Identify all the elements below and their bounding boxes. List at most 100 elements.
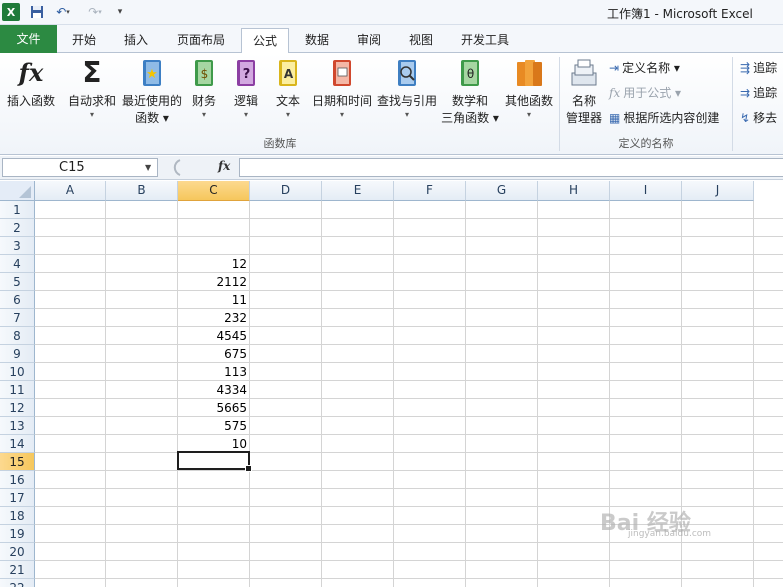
baidu-watermark-url: jingyan.baidu.com [628,529,712,539]
tab-insert[interactable]: 插入 [114,28,158,53]
row-header-6[interactable]: 6 [0,291,35,309]
row-header-9[interactable]: 9 [0,345,35,363]
row-header-20[interactable]: 20 [0,543,35,561]
cell-c10[interactable]: 113 [178,363,250,381]
select-all-triangle-icon [19,186,31,198]
cell-c7[interactable]: 232 [178,309,250,327]
name-box[interactable]: C15 [2,158,158,177]
insert-function-button[interactable]: fx 插入函数 [4,57,58,110]
lookup-reference-button[interactable]: 查找与引用 ▾ [376,57,438,120]
title-bar: X ↶ ▾ ↷ ▾ ▾ 工作簿1 - Microsoft Excel [0,0,783,25]
recently-used-button[interactable]: ★ 最近使用的 函数 ▾ [121,57,183,127]
remove-arrows-button[interactable]: ↯ 移去 [740,109,777,126]
tab-formulas[interactable]: 公式 [241,28,289,54]
column-header-a[interactable]: A [35,181,106,201]
redo-icon[interactable]: ↷ ▾ [82,3,108,21]
column-header-j[interactable]: J [682,181,754,201]
row-gridline [35,236,783,237]
use-in-formula-button[interactable]: fx 用于公式 ▾ [609,84,681,101]
remove-arrows-icon: ↯ [740,110,751,125]
excel-logo-icon[interactable]: X [2,3,20,21]
row-header-21[interactable]: 21 [0,561,35,579]
tab-developer[interactable]: 开发工具 [455,28,515,53]
column-header-i[interactable]: I [610,181,682,201]
undo-icon[interactable]: ↶ ▾ [50,3,76,21]
insert-function-fx-icon[interactable]: fx [218,159,230,173]
column-header-h[interactable]: H [538,181,610,201]
row-header-1[interactable]: 1 [0,201,35,219]
customize-quick-access-icon[interactable]: ▾ [114,3,126,21]
cell-c5[interactable]: 2112 [178,273,250,291]
svg-text:θ: θ [467,67,474,81]
cell-c6[interactable]: 11 [178,291,250,309]
define-name-button[interactable]: ⇥ 定义名称 ▾ [609,59,680,76]
tab-review[interactable]: 审阅 [349,28,389,53]
financial-button[interactable]: $ 财务 ▾ [186,57,222,120]
expand-handle-icon[interactable] [166,158,186,177]
formula-input[interactable] [239,158,783,177]
column-gridline [465,201,466,587]
row-header-19[interactable]: 19 [0,525,35,543]
tab-file[interactable]: 文件 [0,25,57,53]
column-header-c[interactable]: C [178,181,250,201]
lookup-book-icon [398,60,416,86]
cell-c4[interactable]: 12 [178,255,250,273]
row-header-5[interactable]: 5 [0,273,35,291]
create-from-selection-button[interactable]: ▦ 根据所选内容创建 [609,109,719,126]
trace-dependents-icon: ⇉ [740,85,751,100]
row-gridline [35,344,783,345]
row-header-10[interactable]: 10 [0,363,35,381]
row-gridline [35,362,783,363]
column-header-e[interactable]: E [322,181,394,201]
row-header-11[interactable]: 11 [0,381,35,399]
active-cell-c15[interactable] [177,451,252,472]
row-header-7[interactable]: 7 [0,309,35,327]
column-header-g[interactable]: G [466,181,538,201]
row-gridline [35,380,783,381]
row-gridline [35,326,783,327]
save-icon[interactable] [28,3,46,21]
column-header-d[interactable]: D [250,181,322,201]
more-functions-button[interactable]: 其他函数 ▾ [502,57,556,120]
column-header-b[interactable]: B [106,181,178,201]
tab-view[interactable]: 视图 [401,28,441,53]
tab-data[interactable]: 数据 [297,28,337,53]
logical-button[interactable]: ? 逻辑 ▾ [228,57,264,120]
math-trig-button[interactable]: θ 数学和 三角函数 ▾ [440,57,500,127]
name-manager-button[interactable]: 名称 管理器 [562,57,606,127]
cell-c12[interactable]: 5665 [178,399,250,417]
row-header-18[interactable]: 18 [0,507,35,525]
tab-page-layout[interactable]: 页面布局 [168,28,234,53]
row-header-14[interactable]: 14 [0,435,35,453]
row-gridline [35,578,783,579]
row-header-22[interactable]: 22 [0,579,35,587]
autosum-button[interactable]: Σ 自动求和 ▾ [66,57,118,120]
select-all-corner[interactable] [0,181,35,201]
trace-precedents-button[interactable]: ⇶ 追踪 [740,59,777,76]
svg-text:$: $ [201,67,209,81]
row-header-3[interactable]: 3 [0,237,35,255]
row-header-4[interactable]: 4 [0,255,35,273]
row-gridline [35,254,783,255]
trace-precedents-icon: ⇶ [740,60,751,75]
row-header-16[interactable]: 16 [0,471,35,489]
tab-home[interactable]: 开始 [62,28,106,53]
cell-c11[interactable]: 4334 [178,381,250,399]
column-gridline [393,201,394,587]
row-header-13[interactable]: 13 [0,417,35,435]
row-header-12[interactable]: 12 [0,399,35,417]
row-header-8[interactable]: 8 [0,327,35,345]
trace-dependents-button[interactable]: ⇉ 追踪 [740,84,777,101]
date-time-button[interactable]: 日期和时间 ▾ [310,57,374,120]
row-header-17[interactable]: 17 [0,489,35,507]
column-header-f[interactable]: F [394,181,466,201]
row-header-2[interactable]: 2 [0,219,35,237]
row-gridline [35,452,783,453]
name-box-dropdown-icon[interactable]: ▼ [145,158,151,177]
cell-c8[interactable]: 4545 [178,327,250,345]
text-button[interactable]: A 文本 ▾ [270,57,306,120]
finance-book-icon: $ [195,60,213,86]
row-header-15[interactable]: 15 [0,453,35,471]
cell-c9[interactable]: 675 [178,345,250,363]
cell-c13[interactable]: 575 [178,417,250,435]
